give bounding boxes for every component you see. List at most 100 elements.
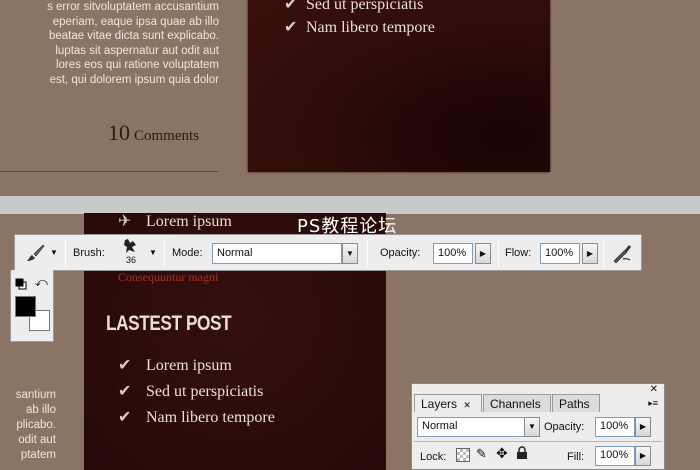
chevron-right-icon: ▶ xyxy=(639,451,647,460)
list-item-label: Sed ut perspiciatis xyxy=(146,383,264,400)
paragraph-line: santium xyxy=(15,389,56,401)
chevron-right-icon: ▶ xyxy=(479,249,487,258)
tab-label: Paths xyxy=(559,397,590,411)
brush-preset-picker[interactable]: 36 xyxy=(119,238,143,265)
foreground-color-swatch[interactable] xyxy=(15,296,36,317)
separator xyxy=(603,240,604,267)
default-colors-icon[interactable] xyxy=(15,278,27,290)
chevron-down-icon: ▼ xyxy=(528,422,536,431)
list-item: ✔ Lorem ipsum xyxy=(118,355,232,375)
close-icon[interactable]: ✕ xyxy=(463,400,471,410)
paragraph-line: plicabo. xyxy=(16,419,56,431)
paragraph-line: s error sitvoluptatem accusantium xyxy=(47,1,219,13)
comments-count: 10 xyxy=(108,120,130,145)
chevron-right-icon: ▶ xyxy=(639,422,647,431)
fill-value: 100% xyxy=(600,449,629,461)
blend-mode-value: Normal xyxy=(422,420,458,432)
close-icon[interactable]: ✕ xyxy=(650,384,658,395)
flow-input[interactable]: 100% xyxy=(540,243,580,264)
swap-colors-icon[interactable]: ⤺ xyxy=(35,275,48,290)
paragraph-line: eperiam, eaque ipsa quae ab illo xyxy=(52,15,219,28)
list-item: Consequuntur magni xyxy=(118,270,218,285)
blend-mode-select[interactable]: Normal xyxy=(417,417,525,437)
separator xyxy=(164,240,165,267)
brush-size: 36 xyxy=(125,255,136,265)
top-blog-mockup: s error sitvoluptatem accusantium eperia… xyxy=(0,0,700,196)
tool-options-bar: ▼ Brush: 36 ▼ Mode: Normal ▼ Opacity: 10… xyxy=(14,234,642,271)
checkmark-icon: ✔ xyxy=(284,0,298,13)
opacity-input[interactable]: 100% xyxy=(433,243,473,264)
list-item-label: Lorem ipsum xyxy=(146,357,232,374)
opacity-value: 100% xyxy=(600,420,629,432)
brush-tip-icon xyxy=(124,239,136,253)
list-item: ✔ Nam libero tempore xyxy=(284,17,435,37)
dark-sidebar-panel: ✔ Sed ut perspiciatis ✔ Nam libero tempo… xyxy=(248,0,550,172)
opacity-label: Opacity: xyxy=(380,247,421,259)
list-item: ✔ Sed ut perspiciatis xyxy=(284,0,423,14)
layers-panel: ✕ ▸≡ Layers ✕ Channels Paths Normal ▼ Op… xyxy=(411,383,665,470)
section-heading: LASTEST POST xyxy=(106,312,232,335)
layer-opacity-input[interactable]: 100% xyxy=(595,417,635,437)
chevron-down-icon[interactable]: ▼ xyxy=(50,248,58,257)
lock-position-icon[interactable]: ✥ xyxy=(496,445,508,462)
mode-select[interactable]: Normal xyxy=(212,243,342,264)
comments-link[interactable]: 10 Comments xyxy=(108,120,199,146)
list-item-label: Nam libero tempore xyxy=(306,19,435,36)
blog-paragraph: s error sitvoluptatem accusantium eperia… xyxy=(0,0,222,88)
panel-menu-icon[interactable]: ▸≡ xyxy=(648,398,658,409)
list-item: ✔ Nam libero tempore xyxy=(118,407,275,427)
divider xyxy=(414,441,662,442)
paragraph-line: beatae vitae dicta sunt explicabo. xyxy=(48,30,219,43)
flow-slider-button[interactable]: ▶ xyxy=(582,243,598,264)
opacity-label: Opacity: xyxy=(544,421,585,433)
pin-icon: ✈ xyxy=(118,213,132,230)
list-item-label: Nam libero tempore xyxy=(146,409,275,426)
paragraph-line: est, qui dolorem ipsum quia dolor xyxy=(49,73,219,86)
divider xyxy=(0,171,218,172)
comments-label: Comments xyxy=(134,128,200,144)
paragraph-line: ab illo xyxy=(25,404,56,416)
lock-image-pixels-icon[interactable]: ✎ xyxy=(476,446,487,462)
paragraph-line: ptatem xyxy=(20,449,56,461)
checkmark-icon: ✔ xyxy=(118,383,132,400)
tools-color-panel: ⤺ xyxy=(10,270,54,342)
airbrush-icon[interactable] xyxy=(611,242,633,267)
list-item-label: Lorem ipsum xyxy=(146,213,232,230)
flow-value: 100% xyxy=(545,247,574,259)
separator xyxy=(498,240,499,267)
paragraph-line: odit aut xyxy=(18,434,56,446)
list-item: ✔ Sed ut perspiciatis xyxy=(118,381,263,401)
separator xyxy=(367,240,368,267)
list-item-label: Sed ut perspiciatis xyxy=(306,0,424,13)
brush-tool-icon[interactable] xyxy=(23,241,47,268)
opacity-value: 100% xyxy=(438,247,467,259)
checkmark-icon: ✔ xyxy=(118,409,132,426)
lock-all-icon[interactable] xyxy=(516,446,528,463)
blog-paragraph-partial: santium ab illo plicabo. odit aut ptatem xyxy=(0,388,56,463)
checkmark-icon: ✔ xyxy=(284,19,298,36)
checkmark-icon: ✔ xyxy=(118,357,132,374)
layer-opacity-slider-button[interactable]: ▶ xyxy=(635,417,651,437)
paragraph-line: lores eos qui ratione voluptatem xyxy=(55,59,219,72)
chevron-down-icon[interactable]: ▼ xyxy=(149,248,157,257)
chevron-right-icon: ▶ xyxy=(586,249,594,258)
tab-layers[interactable]: Layers ✕ xyxy=(414,394,482,412)
fill-label: Fill: xyxy=(567,451,585,463)
blend-mode-dropdown-button[interactable]: ▼ xyxy=(524,417,540,437)
tab-label: Channels xyxy=(490,397,541,411)
fill-input[interactable]: 100% xyxy=(595,446,635,466)
tab-label: Layers xyxy=(421,397,458,411)
list-item: ✈ Lorem ipsum xyxy=(118,211,232,231)
chevron-down-icon: ▼ xyxy=(346,249,354,258)
tab-channels[interactable]: Channels xyxy=(483,394,551,412)
flow-label: Flow: xyxy=(505,247,532,259)
paragraph-line: luptas sit aspernatur aut odit aut xyxy=(55,44,219,57)
mode-dropdown-button[interactable]: ▼ xyxy=(342,243,358,264)
brush-label: Brush: xyxy=(73,247,105,259)
opacity-slider-button[interactable]: ▶ xyxy=(475,243,491,264)
lock-transparent-pixels-icon[interactable] xyxy=(456,448,470,462)
tab-paths[interactable]: Paths xyxy=(552,394,600,412)
separator xyxy=(65,240,66,267)
fill-slider-button[interactable]: ▶ xyxy=(635,446,651,466)
lock-label: Lock: xyxy=(420,451,447,463)
